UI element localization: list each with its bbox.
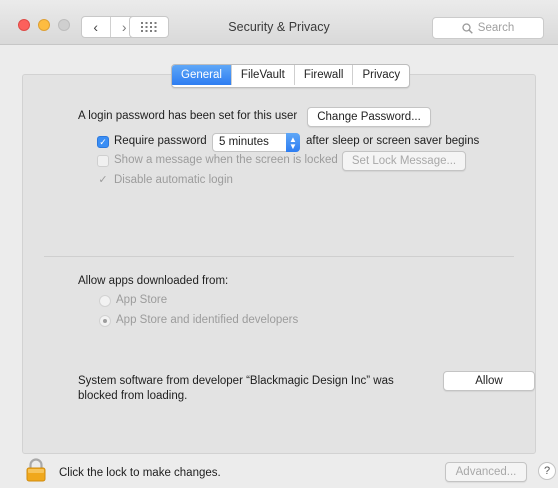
blocked-software-line2: blocked from loading. bbox=[78, 390, 188, 402]
search-icon bbox=[462, 22, 473, 34]
require-password-suffix: after sleep or screen saver begins bbox=[306, 135, 480, 147]
allow-button[interactable]: Allow bbox=[443, 371, 535, 391]
require-password-checkbox[interactable]: ✓ bbox=[97, 136, 109, 148]
search-input[interactable]: Search bbox=[432, 17, 544, 39]
radio-identified-developers[interactable] bbox=[99, 315, 111, 327]
require-password-label: Require password bbox=[114, 135, 207, 147]
radio-app-store-label: App Store bbox=[116, 294, 168, 306]
disable-auto-login-checkbox[interactable]: ✓ bbox=[97, 174, 109, 186]
checkmark-icon: ✓ bbox=[99, 136, 107, 147]
login-password-text: A login password has been set for this u… bbox=[78, 110, 298, 122]
tab-filevault[interactable]: FileVault bbox=[232, 65, 295, 85]
lock-hint-text: Click the lock to make changes. bbox=[59, 467, 221, 479]
tab-bar: General FileVault Firewall Privacy bbox=[171, 64, 411, 88]
password-interval-popup[interactable]: 5 minutes ▲ ▼ bbox=[212, 133, 300, 152]
show-message-label: Show a message when the screen is locked bbox=[114, 154, 338, 166]
radio-identified-developers-label: App Store and identified developers bbox=[116, 314, 299, 326]
title-bar: ‹ › Security & Privacy Search bbox=[0, 0, 558, 45]
disable-auto-login-label: Disable automatic login bbox=[114, 174, 233, 186]
set-lock-message-button[interactable]: Set Lock Message... bbox=[342, 151, 466, 171]
help-icon: ? bbox=[543, 465, 551, 477]
tab-firewall[interactable]: Firewall bbox=[295, 65, 354, 85]
password-interval-value: 5 minutes bbox=[219, 136, 269, 148]
preferences-window: ‹ › Security & Privacy Search General Fi… bbox=[0, 0, 558, 488]
section-divider bbox=[44, 256, 514, 257]
change-password-button[interactable]: Change Password... bbox=[307, 107, 431, 127]
allow-apps-heading: Allow apps downloaded from: bbox=[78, 275, 229, 287]
padlock-icon bbox=[26, 458, 46, 482]
tab-privacy[interactable]: Privacy bbox=[353, 65, 409, 85]
radio-app-store[interactable] bbox=[99, 295, 111, 307]
lock-button[interactable] bbox=[26, 458, 46, 485]
advanced-button[interactable]: Advanced... bbox=[445, 462, 527, 482]
show-message-checkbox[interactable] bbox=[97, 155, 109, 167]
tab-general[interactable]: General bbox=[172, 65, 232, 85]
search-placeholder: Search bbox=[477, 22, 515, 34]
checkmark-icon: ✓ bbox=[98, 173, 108, 186]
updown-arrows-icon: ▲ ▼ bbox=[286, 133, 300, 152]
blocked-software-line1: System software from developer “Blackmag… bbox=[78, 375, 394, 387]
help-button[interactable]: ? bbox=[538, 462, 556, 480]
